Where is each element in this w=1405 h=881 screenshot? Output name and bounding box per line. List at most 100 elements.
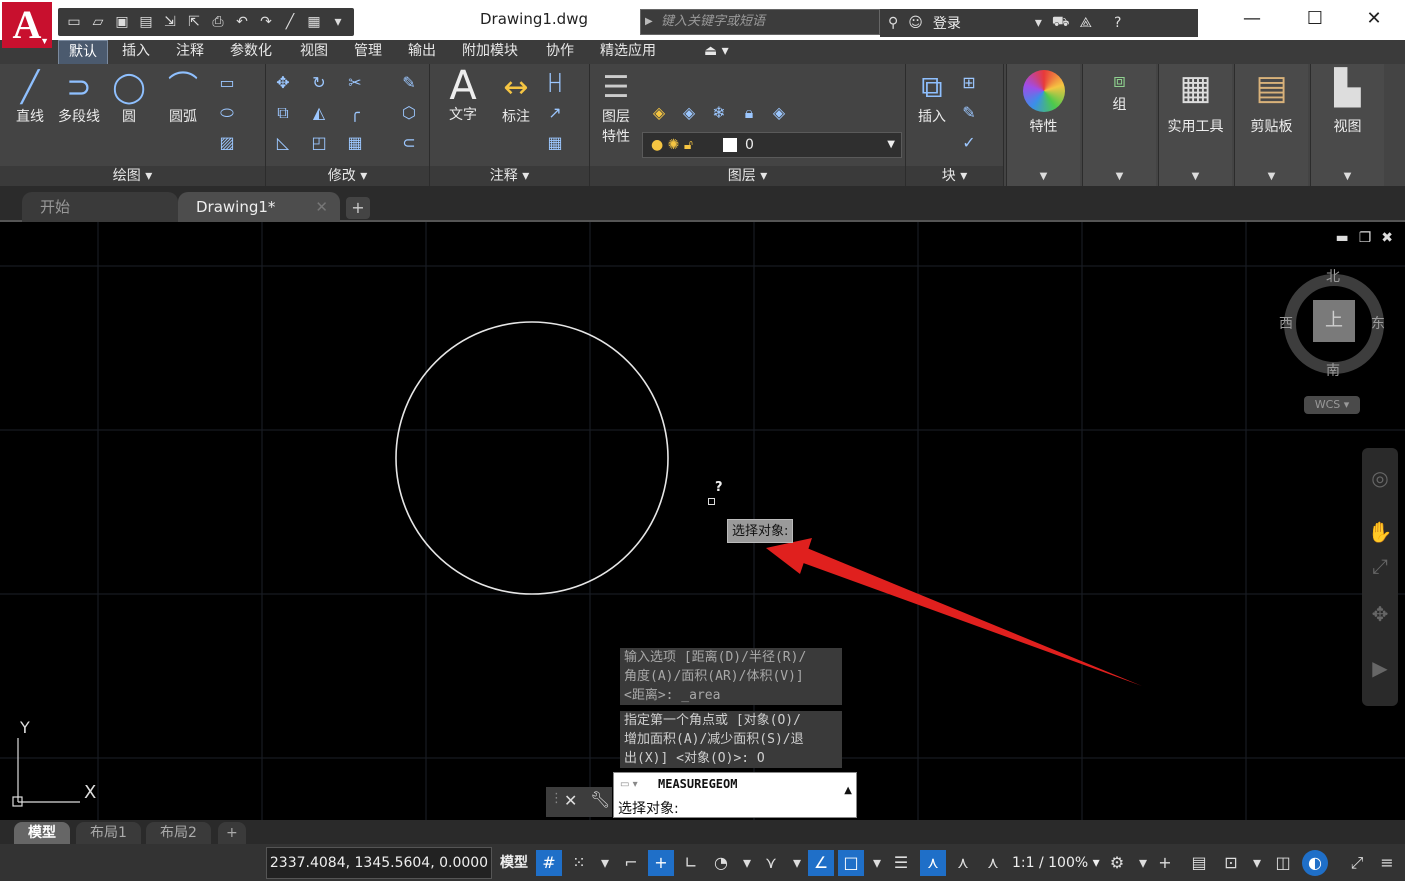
drag-handle-icon[interactable]: ⋮ (550, 791, 563, 806)
wcs-menu-button[interactable]: WCS ▾ (1304, 396, 1360, 414)
wrench-icon[interactable]: 🔧︎ (590, 790, 610, 809)
isodraft-icon[interactable]: ⋎ (758, 850, 784, 876)
insert-block-tool[interactable]: ⧉ 插入 (910, 70, 954, 126)
new-file-icon[interactable]: ▭ (64, 12, 84, 32)
zoom-extents-icon[interactable]: ⤢ (1366, 552, 1394, 580)
object-snap-icon[interactable]: □ (838, 850, 864, 876)
edit-block-icon[interactable]: ✎ (958, 102, 980, 124)
circle-tool[interactable]: ◯ 圆 (108, 70, 150, 126)
layer-isolate-icon[interactable]: ◈ (678, 102, 700, 124)
import-icon[interactable]: ⇱ (184, 12, 204, 32)
close-button[interactable]: ✕ (1354, 6, 1394, 32)
text-tool[interactable]: A 文字 (440, 66, 486, 124)
showmotion-icon[interactable]: ▶ (1366, 654, 1394, 682)
viewport-minimize-icon[interactable]: ▬ (1335, 230, 1348, 246)
login-dropdown-icon[interactable]: ▾ (1035, 15, 1042, 31)
panel-modify-footer[interactable]: 修改 ▾ (266, 166, 429, 186)
hardware-acceleration-icon[interactable]: ◐ (1302, 850, 1328, 876)
snap-toggle-icon[interactable]: ⁙ (566, 850, 592, 876)
annotation-scale-icon[interactable]: ⋏ (980, 850, 1006, 876)
orbit-icon[interactable]: ✥ (1366, 600, 1394, 628)
file-tab-start[interactable]: 开始 (22, 192, 178, 222)
viewport-restore-icon[interactable]: ❐ (1359, 230, 1372, 246)
workspace-icon[interactable]: ▦ (304, 12, 324, 32)
panel-annotation-footer[interactable]: 注释 ▾ (430, 166, 589, 186)
model-space-toggle[interactable]: 模型 (496, 847, 532, 879)
drawing-canvas[interactable]: ▬ ❐ ✖ 上 北 南 东 西 WCS ▾ ◎ ✋ ⤢ ✥ ▶ ? 选择对象: … (0, 222, 1405, 820)
tab-annotate[interactable]: 注释 (166, 40, 214, 64)
leader-icon[interactable]: ↗ (544, 102, 566, 124)
minimize-button[interactable]: — (1232, 6, 1272, 32)
layer-dropdown[interactable]: ● ✺ 🔓︎ 0 ▼ (642, 132, 902, 158)
save-icon[interactable]: ▣ (112, 12, 132, 32)
tab-output[interactable]: 输出 (398, 40, 446, 64)
command-line[interactable]: ▭ ▾ MEASUREGEOM 选择对象: ▲ (613, 772, 857, 818)
close-tab-icon[interactable]: ✕ (315, 192, 328, 222)
print-icon[interactable]: ⎙ (208, 12, 228, 32)
open-folder-icon[interactable]: ▱ (88, 12, 108, 32)
explode-icon[interactable]: ⬡ (398, 102, 420, 124)
layer-off-icon[interactable]: ◈ (648, 102, 670, 124)
quick-properties-dropdown-icon[interactable]: ▾ (1244, 850, 1270, 876)
layout-tab-model[interactable]: 模型 (14, 822, 70, 844)
cart-icon[interactable]: ⛟ (1052, 14, 1070, 32)
array-icon[interactable]: ▦ (344, 132, 366, 154)
units-icon[interactable]: ▤ (1186, 850, 1212, 876)
erase-icon[interactable]: ✎ (398, 72, 420, 94)
create-block-icon[interactable]: ⊞ (958, 72, 980, 94)
redo-icon[interactable]: ↷ (256, 12, 276, 32)
rectangle-icon[interactable]: ▭ (216, 72, 238, 94)
lineweight-icon[interactable]: ☰ (888, 850, 914, 876)
hatch-icon[interactable]: ▨ (216, 132, 238, 154)
move-icon[interactable]: ✥ (272, 72, 294, 94)
viewcube[interactable]: 上 北 南 东 西 (1275, 262, 1393, 382)
panel-properties[interactable]: 特性 ▼ (1006, 64, 1080, 186)
steering-wheel-icon[interactable]: ◎ (1366, 464, 1394, 492)
linear-dimension-icon[interactable]: ├┤ (544, 72, 566, 94)
panel-draw-footer[interactable]: 绘图 ▾ (0, 166, 265, 186)
polyline-tool[interactable]: ⊃ 多段线 (54, 70, 104, 126)
panel-group[interactable]: ⧈ 组 ▼ (1082, 64, 1156, 186)
offset-icon[interactable]: ⊂ (398, 132, 420, 154)
clean-screen-icon[interactable]: ⤢ (1344, 850, 1370, 876)
copy-icon[interactable]: ⧉ (272, 102, 294, 124)
coordinate-readout[interactable]: 2337.4084, 1345.5604, 0.0000 (266, 847, 492, 879)
layer-match-icon[interactable]: ◈ (768, 102, 790, 124)
infer-constraints-icon[interactable]: ⌐ (618, 850, 644, 876)
annotation-monitor-icon[interactable]: + (1152, 850, 1178, 876)
drawn-circle[interactable] (395, 321, 669, 595)
search-input[interactable]: ▶ 键入关键字或短语 (640, 9, 880, 35)
rotate-icon[interactable]: ↻ (308, 72, 330, 94)
tab-addins[interactable]: 附加模块 (452, 40, 528, 64)
panel-clipboard[interactable]: ▤ 剪贴板 ▼ (1234, 64, 1308, 186)
fillet-icon[interactable]: ╭ (344, 102, 366, 124)
annotation-scale-dropdown[interactable]: 1:1 / 100% ▾ (1012, 847, 1100, 879)
object-snap-tracking-icon[interactable]: ∠ (808, 850, 834, 876)
ribbon-minimize-icon[interactable]: ⏏ ▾ (694, 40, 739, 64)
annotation-visibility-icon[interactable]: ⋏ (920, 850, 946, 876)
isolate-objects-icon[interactable]: ◫ (1270, 850, 1296, 876)
panel-block-footer[interactable]: 块 ▾ (906, 166, 1003, 186)
dimension-tool[interactable]: ↔ 标注 (494, 70, 538, 126)
stretch-icon[interactable]: ◺ (272, 132, 294, 154)
osnap-dropdown-icon[interactable]: ▾ (864, 850, 890, 876)
undo-icon[interactable]: ↶ (232, 12, 252, 32)
help-icon[interactable]: ? (1114, 15, 1121, 31)
new-tab-button[interactable]: + (346, 197, 370, 219)
binoculars-icon[interactable]: ⚲ (888, 15, 898, 31)
snap-dropdown-icon[interactable]: ▾ (592, 850, 618, 876)
trim-icon[interactable]: ✂ (344, 72, 366, 94)
scale-icon[interactable]: ◰ (308, 132, 330, 154)
auto-scale-icon[interactable]: ⋏ (950, 850, 976, 876)
close-icon[interactable]: ✕ (564, 791, 577, 810)
command-prompt[interactable]: 选择对象: (618, 798, 679, 818)
tab-insert[interactable]: 插入 (112, 40, 160, 64)
panel-view[interactable]: ▙ 视图 ▼ (1310, 64, 1384, 186)
workspace-gear-icon[interactable]: ⚙ (1104, 850, 1130, 876)
mirror-icon[interactable]: ◭ (308, 102, 330, 124)
compass-north[interactable]: 北 (1326, 266, 1340, 286)
dynamic-input-icon[interactable]: + (648, 850, 674, 876)
command-line-handle[interactable]: ⋮ ✕ 🔧︎ (546, 787, 612, 817)
add-layout-button[interactable]: + (218, 822, 246, 844)
ortho-mode-icon[interactable]: ∟ (678, 850, 704, 876)
